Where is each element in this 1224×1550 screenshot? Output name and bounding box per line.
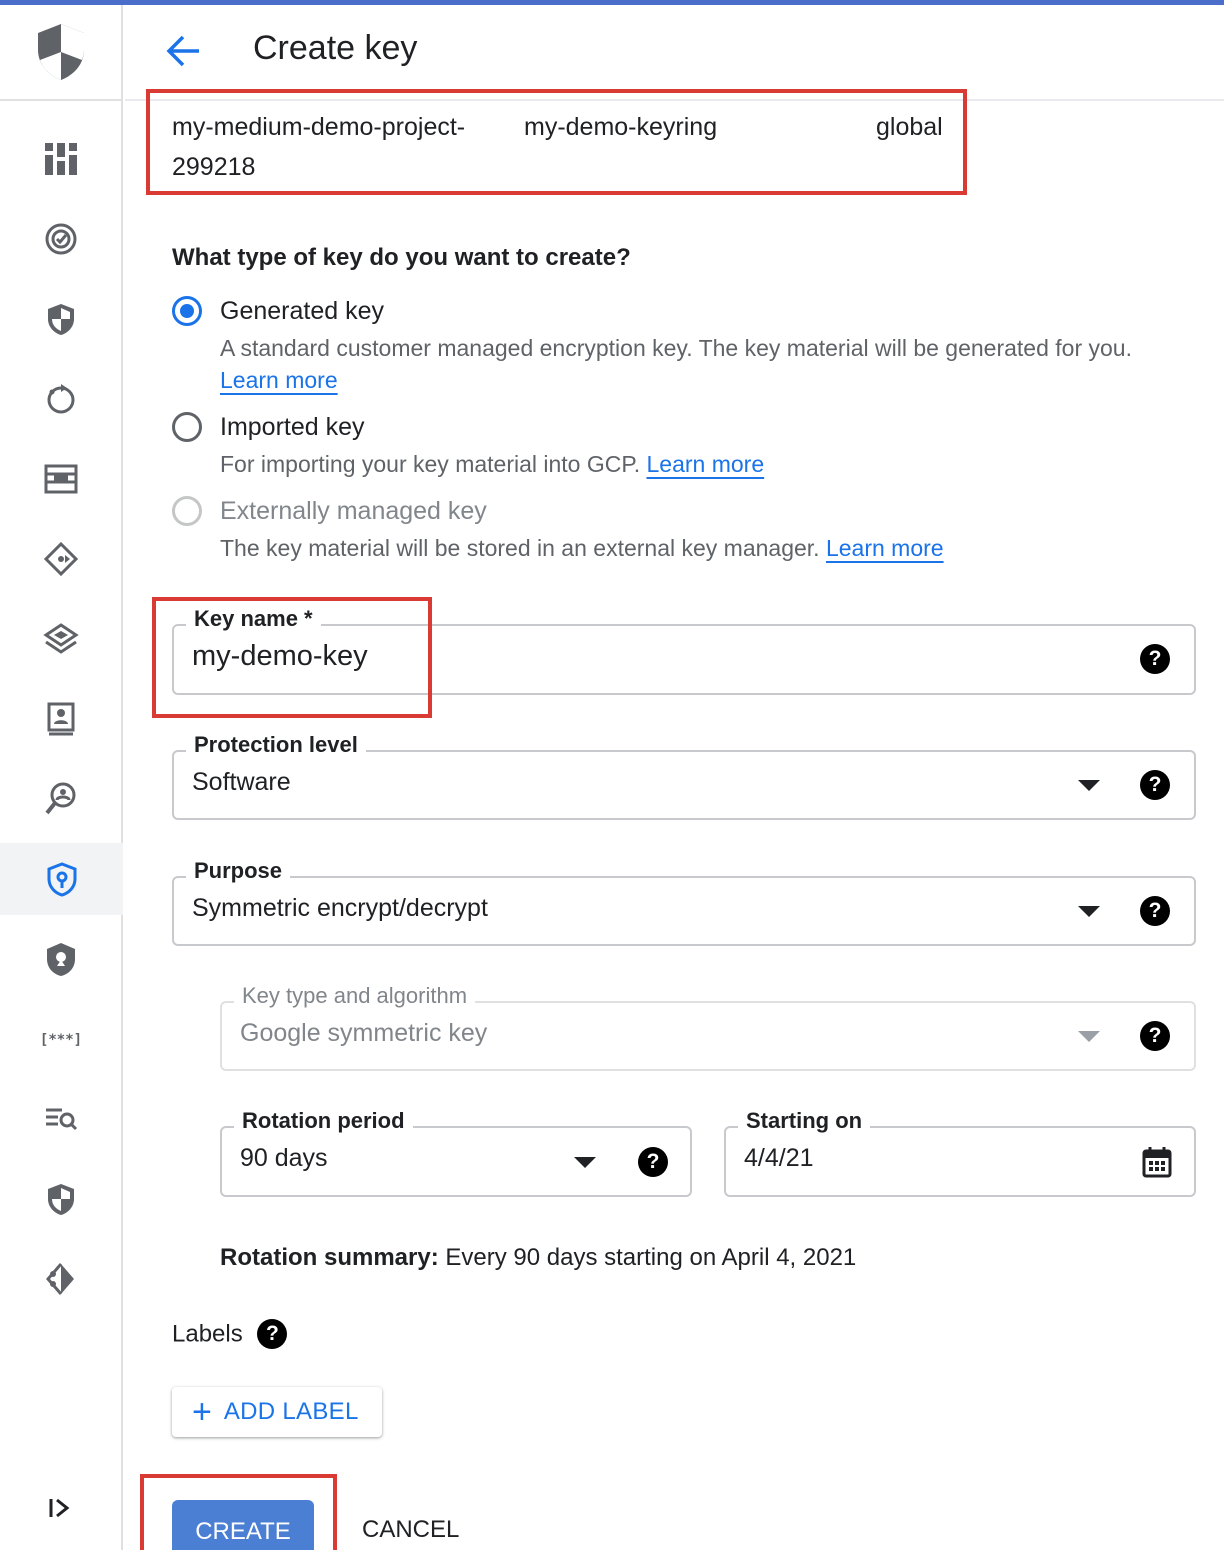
protection-level-select[interactable]: Protection level Software ? xyxy=(172,732,1196,820)
page-header: Create key xyxy=(125,5,1224,101)
rotation-summary-text: Every 90 days starting on April 4, 2021 xyxy=(438,1244,857,1271)
chevron-down-icon xyxy=(1078,1031,1100,1042)
option-label-generated: Generated key xyxy=(220,297,384,325)
protection-level-label: Protection level xyxy=(186,732,366,758)
purpose-value: Symmetric encrypt/decrypt xyxy=(192,894,488,922)
expand-icon[interactable] xyxy=(40,1493,80,1523)
policy-icon[interactable] xyxy=(0,923,121,995)
sidebar: [***] xyxy=(0,5,123,1550)
refresh-icon[interactable] xyxy=(0,363,121,435)
chevron-down-icon[interactable] xyxy=(1078,780,1100,791)
labels-heading: Labels ? xyxy=(172,1319,288,1350)
option-desc-imported: For importing your key material into GCP… xyxy=(220,451,764,478)
option-label-external: Externally managed key xyxy=(220,497,487,525)
chevron-down-icon[interactable] xyxy=(1078,906,1100,917)
help-icon[interactable]: ? xyxy=(1140,770,1170,800)
learn-more-link[interactable]: Learn more xyxy=(826,535,944,561)
secret-icon[interactable]: [***] xyxy=(0,1003,121,1075)
help-icon[interactable]: ? xyxy=(1140,1021,1170,1051)
algorithm-select: Key type and algorithm Google symmetric … xyxy=(220,983,1196,1071)
security-command-icon[interactable] xyxy=(0,203,121,275)
plus-icon: + xyxy=(192,1393,212,1431)
cancel-button[interactable]: CANCEL xyxy=(362,1516,459,1544)
help-icon[interactable]: ? xyxy=(1140,896,1170,926)
create-button[interactable]: CREATE xyxy=(172,1500,314,1550)
algorithm-value: Google symmetric key xyxy=(240,1019,488,1047)
keyring-name: my-demo-keyring xyxy=(524,113,718,141)
help-icon[interactable]: ? xyxy=(1140,644,1170,674)
layers-icon[interactable] xyxy=(0,603,121,675)
radio-generated-key[interactable] xyxy=(172,296,202,326)
option-label-imported: Imported key xyxy=(220,413,365,441)
protection-level-value: Software xyxy=(192,768,291,796)
project-name: my-medium-demo-project- xyxy=(172,113,466,141)
radio-imported-key[interactable] xyxy=(172,412,202,442)
rotation-period-value: 90 days xyxy=(240,1144,328,1172)
rotation-period-label: Rotation period xyxy=(234,1108,413,1134)
calendar-icon[interactable] xyxy=(1142,1146,1172,1183)
help-icon[interactable]: ? xyxy=(257,1319,288,1349)
key-name-input[interactable]: my-demo-key xyxy=(192,640,368,673)
security-shield-logo xyxy=(0,5,121,101)
rotation-period-select[interactable]: Rotation period 90 days ? xyxy=(220,1108,692,1197)
help-icon[interactable]: ? xyxy=(638,1147,668,1177)
dashboard-icon[interactable] xyxy=(0,123,121,195)
project-id: my-medium-demo-project- 299218 xyxy=(172,107,465,187)
option-desc-external: The key material will be stored in an ex… xyxy=(220,535,944,562)
rotation-summary-label: Rotation summary: xyxy=(220,1244,439,1271)
algorithm-label: Key type and algorithm xyxy=(234,983,476,1009)
network-icon[interactable] xyxy=(0,523,121,595)
badge-icon[interactable] xyxy=(0,683,121,755)
starting-on-label: Starting on xyxy=(738,1108,871,1134)
identity-search-icon[interactable] xyxy=(0,763,121,835)
shield-icon[interactable] xyxy=(0,1163,121,1235)
option-desc-generated: A standard customer managed encryption k… xyxy=(220,335,1132,361)
page-title: Create key xyxy=(253,29,418,67)
labels-title: Labels xyxy=(172,1320,243,1348)
starting-on-field[interactable]: Starting on 4/4/21 xyxy=(724,1108,1196,1197)
key-type-question: What type of key do you want to create? xyxy=(172,244,631,271)
firewall-icon[interactable] xyxy=(0,443,121,515)
back-arrow-icon[interactable] xyxy=(161,29,205,73)
svg-text:[***]: [***] xyxy=(42,1032,80,1048)
search-list-icon[interactable] xyxy=(0,1083,121,1155)
starting-on-value[interactable]: 4/4/21 xyxy=(744,1144,814,1173)
option-desc-imported-text: For importing your key material into GCP… xyxy=(220,451,641,477)
project-number: 299218 xyxy=(172,153,256,181)
key-management-icon[interactable] xyxy=(0,843,123,915)
purpose-select[interactable]: Purpose Symmetric encrypt/decrypt ? xyxy=(172,858,1196,946)
option-desc-external-text: The key material will be stored in an ex… xyxy=(220,535,820,561)
purpose-label: Purpose xyxy=(186,858,291,884)
location-name: global xyxy=(876,113,943,141)
shield-icon[interactable] xyxy=(0,283,121,355)
learn-more-link[interactable]: Learn more xyxy=(220,367,338,393)
radio-external-key xyxy=(172,496,202,526)
rotation-summary: Rotation summary: Every 90 days starting… xyxy=(220,1244,856,1272)
add-label-button[interactable]: + ADD LABEL xyxy=(172,1387,382,1437)
chevron-down-icon[interactable] xyxy=(574,1157,596,1168)
key-name-label: Key name * xyxy=(186,606,321,632)
learn-more-link[interactable]: Learn more xyxy=(647,451,765,477)
key-name-field[interactable]: Key name * my-demo-key ? xyxy=(172,606,1196,695)
certificate-icon[interactable] xyxy=(0,1243,121,1315)
add-label-text: ADD LABEL xyxy=(223,1398,359,1425)
